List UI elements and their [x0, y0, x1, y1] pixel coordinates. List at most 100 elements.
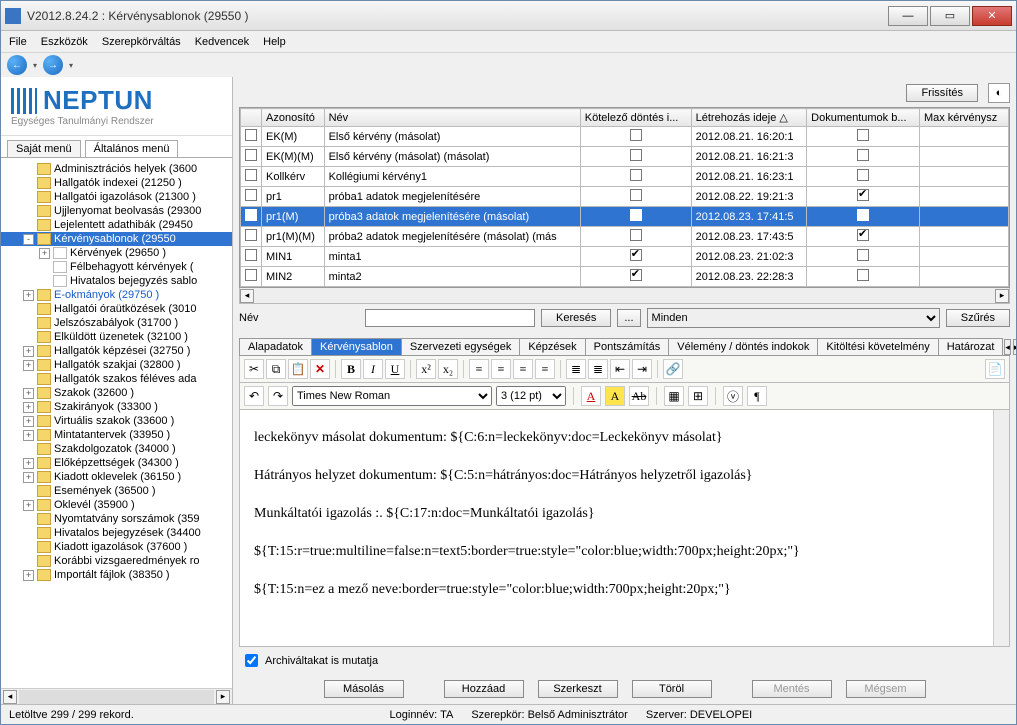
outdent-button[interactable]: ⇤ [610, 359, 630, 379]
highlight-button[interactable]: A [605, 386, 625, 406]
tree-item[interactable]: Adminisztrációs helyek (3600 [1, 162, 232, 176]
detail-tab[interactable]: Vélemény / döntés indokok [668, 338, 818, 355]
detail-tab[interactable]: Kérvénysablon [311, 338, 402, 355]
filter-button[interactable]: Szűrés [946, 309, 1010, 327]
align-justify-button[interactable]: ≡ [535, 359, 555, 379]
tree-item[interactable]: Korábbi vizsgaeredmények ro [1, 554, 232, 568]
detail-tab[interactable]: Szervezeti egységek [401, 338, 521, 355]
cut-icon[interactable]: ✂ [244, 359, 264, 379]
tree-item[interactable]: Nyomtatvány sorszámok (359 [1, 512, 232, 526]
add-button[interactable]: Hozzáad [444, 680, 524, 698]
table-row[interactable]: pr1(M)(M)próba2 adatok megjelenítésére (… [241, 227, 1009, 247]
grid-header[interactable] [241, 109, 262, 127]
table-row[interactable]: MIN1minta12012.08.23. 21:02:3 [241, 247, 1009, 267]
tree-item[interactable]: -Kérvénysablonok (29550 [1, 232, 232, 246]
tree-item[interactable]: +Szakok (32600 ) [1, 386, 232, 400]
tree-item[interactable]: +Virtuális szakok (33600 ) [1, 414, 232, 428]
tab-scroll-icon[interactable]: ◂ [1004, 339, 1011, 355]
table-row[interactable]: KollkérvKollégiumi kérvény12012.08.21. 1… [241, 167, 1009, 187]
search-input[interactable] [365, 309, 535, 327]
paste-icon[interactable]: 📋 [288, 359, 308, 379]
tree-item[interactable]: Hallgatói óraütközések (3010 [1, 302, 232, 316]
list-ordered-button[interactable]: ≣ [566, 359, 586, 379]
font-family-select[interactable]: Times New Roman [292, 386, 492, 406]
tree-item[interactable]: Jelszószabályok (31700 ) [1, 316, 232, 330]
detail-tab[interactable]: Alapadatok [239, 338, 312, 355]
scroll-left-icon[interactable]: ◂ [3, 690, 17, 704]
table-row[interactable]: EK(M)(M)Első kérvény (másolat) (másolat)… [241, 147, 1009, 167]
menu-favorites[interactable]: Kedvencek [195, 36, 249, 48]
grid-header[interactable]: Létrehozás ideje △ [691, 109, 807, 127]
grid-header[interactable]: Név [324, 109, 580, 127]
grid-scroll-left-icon[interactable]: ◂ [240, 289, 254, 303]
menu-role[interactable]: Szerepkörváltás [102, 36, 181, 48]
grid-hscroll[interactable]: ◂ ▸ [239, 288, 1010, 304]
settings-icon[interactable]: ◐ [988, 83, 1010, 103]
grid-scroll-right-icon[interactable]: ▸ [995, 289, 1009, 303]
tree-item[interactable]: Hallgatói igazolások (21300 ) [1, 190, 232, 204]
grid-header[interactable]: Max kérvénysz [919, 109, 1008, 127]
show-codes-icon[interactable]: ¶ [747, 386, 767, 406]
tree-item[interactable]: Szakdolgozatok (34000 ) [1, 442, 232, 456]
tree-item[interactable]: +Hallgatók szakjai (32800 ) [1, 358, 232, 372]
table-row[interactable]: EK(M)Első kérvény (másolat)2012.08.21. 1… [241, 127, 1009, 147]
grid-header[interactable]: Dokumentumok b... [807, 109, 920, 127]
italic-button[interactable]: I [363, 359, 383, 379]
tree-item[interactable]: Kiadott igazolások (37600 ) [1, 540, 232, 554]
tree-item[interactable]: Ujjlenyomat beolvasás (29300 [1, 204, 232, 218]
delete-button[interactable]: Töröl [632, 680, 712, 698]
list-unordered-button[interactable]: ≣ [588, 359, 608, 379]
menu-help[interactable]: Help [263, 36, 286, 48]
menu-tree[interactable]: Adminisztrációs helyek (3600Hallgatók in… [1, 157, 232, 688]
undo-button[interactable]: ↶ [244, 386, 264, 406]
align-left-button[interactable]: ≡ [469, 359, 489, 379]
tree-item[interactable]: Hivatalos bejegyzés sablo [1, 274, 232, 288]
close-button[interactable]: ✕ [972, 6, 1012, 26]
archive-checkbox[interactable] [245, 654, 258, 667]
template-editor[interactable]: leckekönyv másolat dokumentum: ${C:6:n=l… [239, 410, 1010, 647]
tree-item[interactable]: +Kérvények (29650 ) [1, 246, 232, 260]
tree-item[interactable]: +E-okmányok (29750 ) [1, 288, 232, 302]
superscript-button[interactable]: x² [416, 359, 436, 379]
tree-item[interactable]: Lejelentett adathibák (29450 [1, 218, 232, 232]
detail-tab[interactable]: Kitöltési követelmény [817, 338, 938, 355]
tree-item[interactable]: Félbehagyott kérvények ( [1, 260, 232, 274]
delete-icon[interactable]: ✕ [310, 359, 330, 379]
indent-button[interactable]: ⇥ [632, 359, 652, 379]
filter-select[interactable]: Minden [647, 308, 940, 328]
tree-item[interactable]: +Kiadott oklevelek (36150 ) [1, 470, 232, 484]
search-more-button[interactable]: ... [617, 309, 640, 327]
editor-vscroll[interactable] [993, 410, 1009, 646]
tree-item[interactable]: +Hallgatók képzései (32750 ) [1, 344, 232, 358]
tree-hscroll[interactable]: ◂ ▸ [1, 688, 232, 704]
forward-button[interactable]: → [43, 55, 63, 75]
menu-tools[interactable]: Eszközök [41, 36, 88, 48]
font-size-select[interactable]: 3 (12 pt) [496, 386, 566, 406]
minimize-button[interactable]: — [888, 6, 928, 26]
tree-item[interactable]: +Mintatantervek (33950 ) [1, 428, 232, 442]
subscript-button[interactable]: x₂ [438, 359, 458, 379]
data-grid[interactable]: AzonosítóNévKötelező döntés i...Létrehoz… [239, 107, 1010, 288]
refresh-button[interactable]: Frissítés [906, 84, 978, 102]
menu-file[interactable]: File [9, 36, 27, 48]
tree-item[interactable]: Hallgatók szakos féléves ada [1, 372, 232, 386]
maximize-button[interactable]: ▭ [930, 6, 970, 26]
tree-item[interactable]: Események (36500 ) [1, 484, 232, 498]
tab-scroll-icon[interactable]: ▸ [1013, 339, 1016, 355]
detail-tab[interactable]: Határozat [938, 338, 1004, 355]
tree-item[interactable]: +Oklevél (35900 ) [1, 498, 232, 512]
edit-button[interactable]: Szerkeszt [538, 680, 618, 698]
tree-item[interactable]: +Előképzettségek (34300 ) [1, 456, 232, 470]
search-button[interactable]: Keresés [541, 309, 611, 327]
tree-item[interactable]: Hallgatók indexei (21250 ) [1, 176, 232, 190]
detail-tab[interactable]: Képzések [519, 338, 585, 355]
forward-dropdown[interactable]: ▾ [66, 61, 76, 70]
tree-item[interactable]: Elküldött üzenetek (32100 ) [1, 330, 232, 344]
tree-item[interactable]: Hivatalos bejegyzések (34400 [1, 526, 232, 540]
underline-button[interactable]: U [385, 359, 405, 379]
preview-icon[interactable]: 📄 [985, 359, 1005, 379]
table-row[interactable]: pr1próba1 adatok megjelenítésére2012.08.… [241, 187, 1009, 207]
grid-header[interactable]: Kötelező döntés i... [580, 109, 691, 127]
tab-own-menu[interactable]: Saját menü [7, 140, 81, 157]
tab-general-menu[interactable]: Általános menü [85, 140, 179, 157]
